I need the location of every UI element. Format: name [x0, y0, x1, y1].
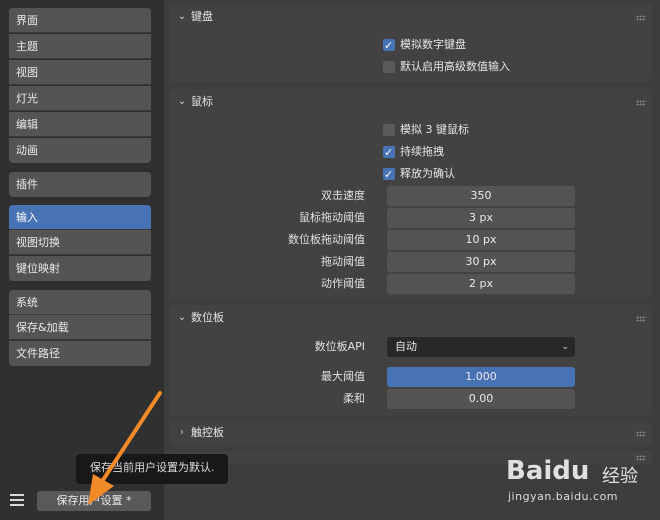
keyboard-panel-header[interactable]: ⌄ 键盘	[169, 4, 652, 30]
sidebar-item-viewport[interactable]: 视图	[9, 60, 151, 85]
tablet-api-label: 数位板API	[314, 340, 365, 353]
checkbox-checked-icon	[383, 37, 395, 55]
drag-threshold-label: 拖动阈值	[321, 255, 365, 268]
checkbox-checked-icon	[383, 144, 395, 162]
motion-threshold-label: 动作阈值	[321, 277, 365, 290]
softness-label: 柔和	[343, 392, 365, 405]
softness-slider[interactable]: 0.00	[387, 389, 575, 409]
save-tooltip: 保存当前用户设置为默认.	[76, 454, 228, 484]
tablet-panel: ⌄ 数位板 数位板API 自动 ⌄ 最大阈值 1.000 柔和 0.00	[169, 305, 652, 416]
max-threshold-slider[interactable]: 1.000	[387, 367, 575, 387]
sidebar-item-system[interactable]: 系统	[9, 290, 151, 315]
sidebar-item-animation[interactable]: 动画	[9, 138, 151, 163]
tablet-panel-header[interactable]: ⌄ 数位板	[169, 305, 652, 331]
sidebar-item-file-paths[interactable]: 文件路径	[9, 341, 151, 366]
watermark-url: jingyan.baidu.com	[508, 490, 619, 503]
double-click-speed-label: 双击速度	[321, 189, 365, 202]
motion-threshold-field[interactable]: 2 px	[387, 274, 575, 294]
double-click-speed-field[interactable]: 350	[387, 186, 575, 206]
checkbox-checked-icon	[383, 166, 395, 184]
drag-grip-icon[interactable]	[636, 15, 646, 21]
checkbox-unchecked-icon	[383, 61, 395, 73]
drag-grip-icon[interactable]	[636, 316, 646, 322]
drag-grip-icon[interactable]	[636, 100, 646, 106]
tablet-api-dropdown[interactable]: 自动 ⌄	[387, 337, 575, 357]
sidebar-item-interface[interactable]: 界面	[9, 8, 151, 33]
touchpad-panel-header[interactable]: › 触控板	[169, 421, 652, 445]
max-threshold-label: 最大阈值	[321, 370, 365, 383]
mouse-drag-threshold-field[interactable]: 3 px	[387, 208, 575, 228]
tablet-drag-threshold-label: 数位板拖动阈值	[288, 233, 365, 246]
tablet-drag-threshold-field[interactable]: 10 px	[387, 230, 575, 250]
sidebar-item-themes[interactable]: 主题	[9, 34, 151, 59]
chevron-down-icon: ⌄	[561, 342, 569, 352]
preferences-main: ⌄ 键盘 模拟数字键盘 默认启用高级数值输入 ⌄ 鼠标 模拟 3 键鼠标 持续拖…	[164, 0, 660, 520]
mouse-panel: ⌄ 鼠标 模拟 3 键鼠标 持续拖拽 释放为确认 双击速度 350 鼠标拖动阈值…	[169, 89, 652, 299]
chevron-down-icon: ⌄	[177, 312, 187, 323]
panel-title: 键盘	[191, 10, 213, 23]
drag-threshold-field[interactable]: 30 px	[387, 252, 575, 272]
panel-title: 触控板	[191, 426, 224, 439]
chevron-right-icon: ›	[180, 427, 184, 438]
panel-title: 鼠标	[191, 95, 213, 108]
mouse-panel-header[interactable]: ⌄ 鼠标	[169, 89, 652, 115]
sidebar-item-save-load[interactable]: 保存&加载	[9, 315, 151, 340]
touchpad-panel: › 触控板	[169, 421, 652, 445]
chevron-down-icon: ⌄	[177, 96, 187, 107]
hamburger-menu-icon[interactable]	[10, 494, 24, 506]
sidebar-item-input[interactable]: 输入	[9, 205, 151, 230]
chevron-down-icon: ⌄	[177, 11, 187, 22]
baidu-logo-text: Baidu	[506, 456, 590, 486]
baidu-watermark: Baidu 经验 jingyan.baidu.com	[494, 448, 660, 520]
panel-title: 数位板	[191, 311, 224, 324]
sidebar-item-editing[interactable]: 编辑	[9, 112, 151, 137]
jingyan-text: 经验	[602, 466, 638, 487]
checkbox-unchecked-icon	[383, 124, 395, 136]
sidebar-item-addons[interactable]: 插件	[9, 172, 151, 197]
sidebar-item-keymap[interactable]: 键位映射	[9, 256, 151, 281]
keyboard-panel: ⌄ 键盘 模拟数字键盘 默认启用高级数值输入	[169, 4, 652, 82]
sidebar-item-navigation[interactable]: 视图切换	[9, 230, 151, 255]
mouse-drag-threshold-label: 鼠标拖动阈值	[299, 211, 365, 224]
drag-grip-icon[interactable]	[636, 431, 646, 437]
sidebar-item-lights[interactable]: 灯光	[9, 86, 151, 111]
sidebar: 界面 主题 视图 灯光 编辑 动画 插件 输入 视图切换 键位映射 系统 保存&…	[0, 0, 164, 520]
save-preferences-button[interactable]: 保存用户设置 *	[37, 491, 151, 511]
